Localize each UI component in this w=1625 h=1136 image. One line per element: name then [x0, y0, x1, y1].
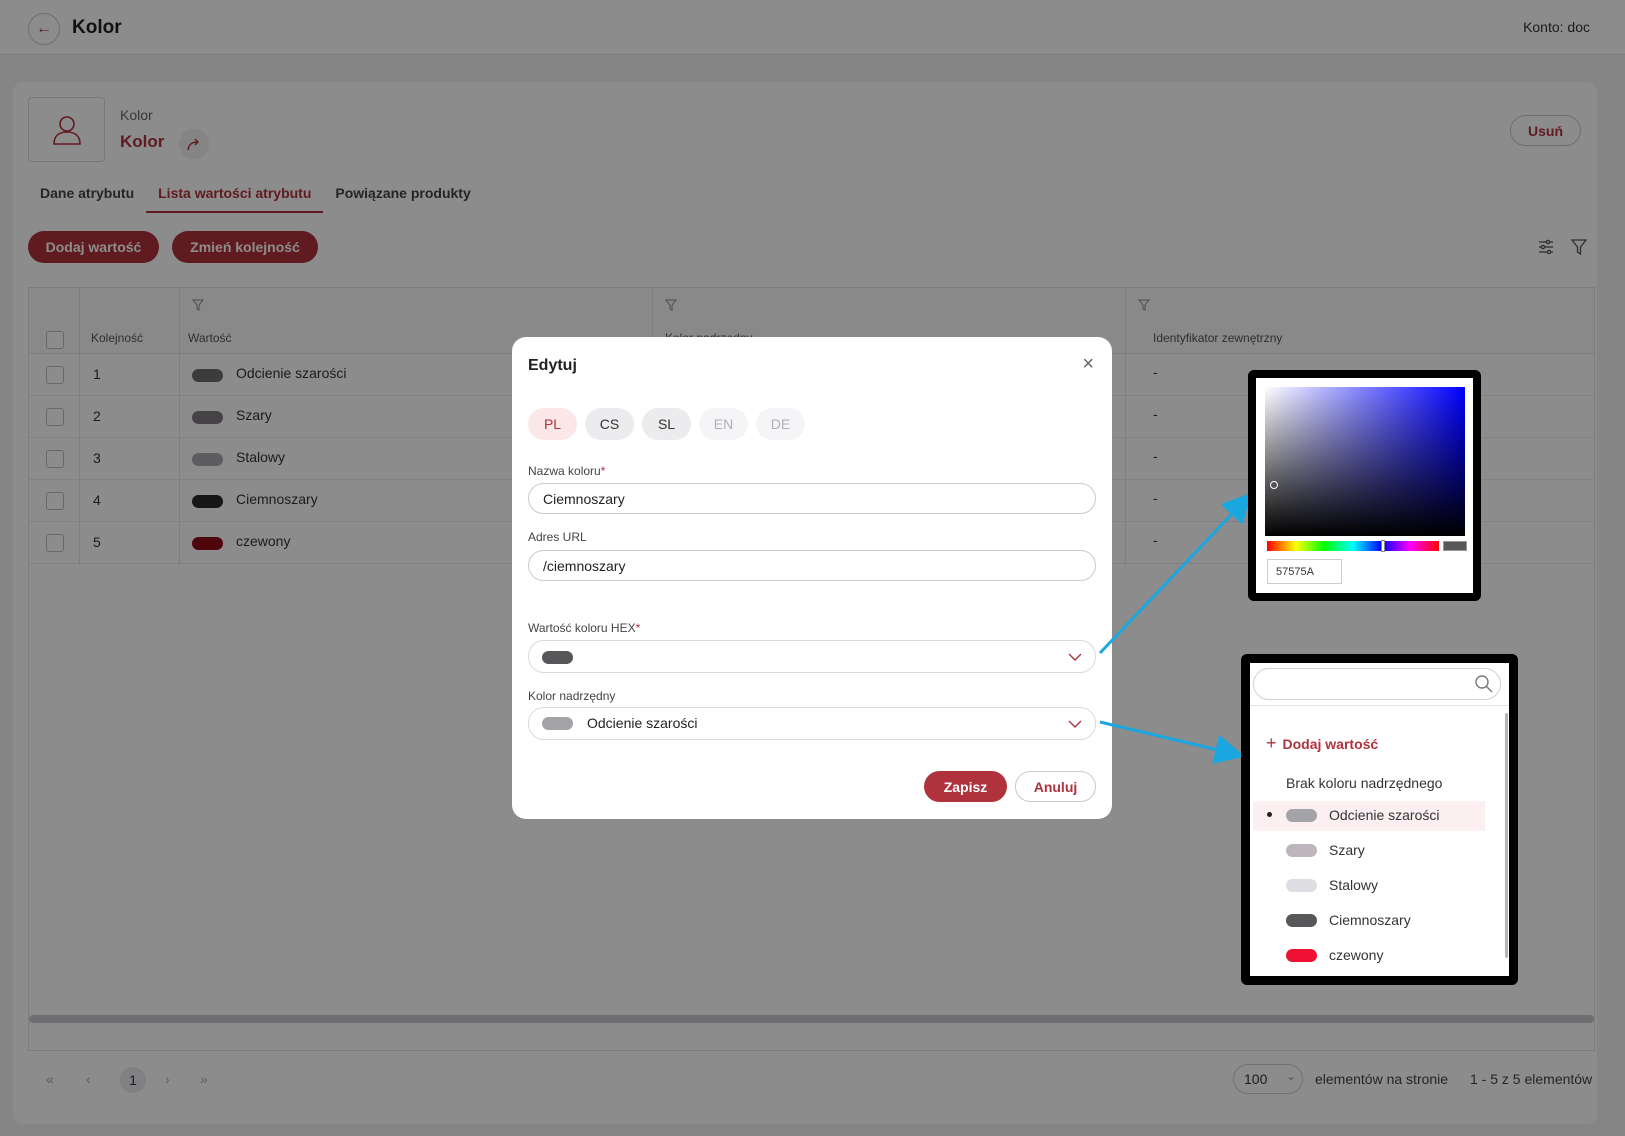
callout-arrow	[1099, 720, 1245, 765]
option-label: Ciemnoszary	[1329, 912, 1411, 928]
color-swatch	[1286, 844, 1317, 857]
dropdown-option[interactable]: czewony	[1253, 941, 1485, 971]
color-picker-popup: 57575A	[1248, 370, 1481, 601]
option-label: Szary	[1329, 842, 1365, 858]
color-swatch	[1286, 879, 1317, 892]
dropdown-option[interactable]: Ciemnoszary	[1253, 906, 1485, 936]
saturation-handle[interactable]	[1270, 481, 1278, 489]
color-swatch	[1286, 809, 1317, 822]
option-label: czewony	[1329, 947, 1384, 963]
hex-input[interactable]: 57575A	[1267, 559, 1342, 584]
dropdown-no-parent-option[interactable]: Brak koloru nadrzędnego	[1286, 775, 1442, 791]
parent-color-dropdown: + Dodaj wartość Brak koloru nadrzędnego O…	[1241, 654, 1518, 985]
option-label: Odcienie szarości	[1329, 807, 1440, 823]
selected-bullet-icon	[1267, 812, 1272, 817]
saturation-value-area[interactable]	[1265, 387, 1465, 536]
dropdown-option[interactable]: Szary	[1253, 836, 1485, 866]
dropdown-option[interactable]: Odcienie szarości	[1253, 801, 1485, 831]
option-label: Stalowy	[1329, 877, 1379, 893]
color-preview-swatch	[1443, 541, 1467, 551]
color-swatch	[1286, 949, 1317, 962]
search-icon	[1475, 675, 1493, 693]
color-swatch	[1286, 914, 1317, 927]
dropdown-option[interactable]: Stalowy	[1253, 871, 1485, 901]
hue-handle[interactable]	[1381, 540, 1385, 552]
dropdown-add-value[interactable]: + Dodaj wartość	[1266, 733, 1378, 754]
dropdown-scrollbar[interactable]	[1505, 713, 1508, 958]
hue-slider[interactable]	[1267, 540, 1439, 552]
divider	[1250, 705, 1509, 706]
plus-icon: +	[1266, 733, 1277, 753]
callout-arrow	[1098, 492, 1253, 655]
dropdown-search-input[interactable]	[1253, 668, 1501, 700]
